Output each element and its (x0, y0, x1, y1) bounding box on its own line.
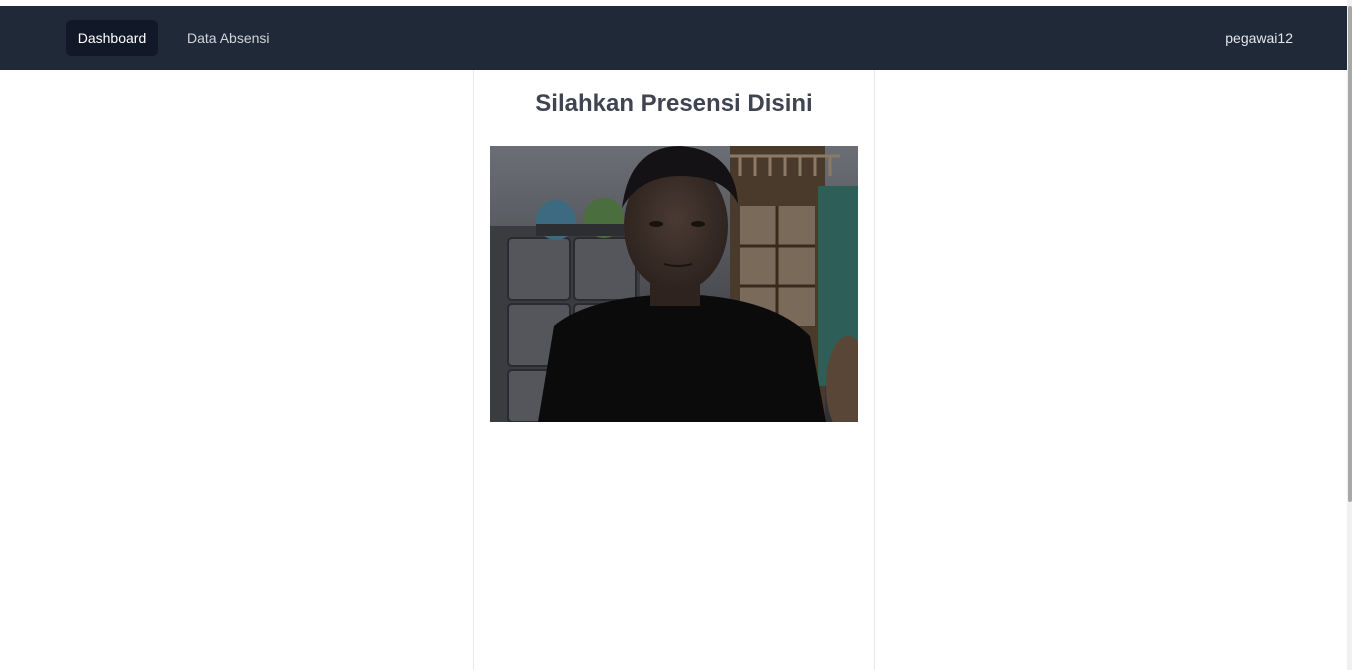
page-title: Silahkan Presensi Disini (535, 90, 813, 117)
presence-card: Silahkan Presensi Disini (473, 70, 875, 670)
webcam-feed-icon (490, 146, 858, 422)
nav-link-dashboard[interactable]: Dashboard (66, 20, 158, 56)
page-scrollbar-thumb[interactable] (1348, 6, 1352, 502)
nav-link-data-absensi[interactable]: Data Absensi (175, 20, 282, 56)
user-menu[interactable]: pegawai12 (1225, 20, 1293, 56)
top-navbar: Dashboard Data Absensi pegawai12 (0, 6, 1347, 70)
webcam-video[interactable] (490, 146, 858, 422)
